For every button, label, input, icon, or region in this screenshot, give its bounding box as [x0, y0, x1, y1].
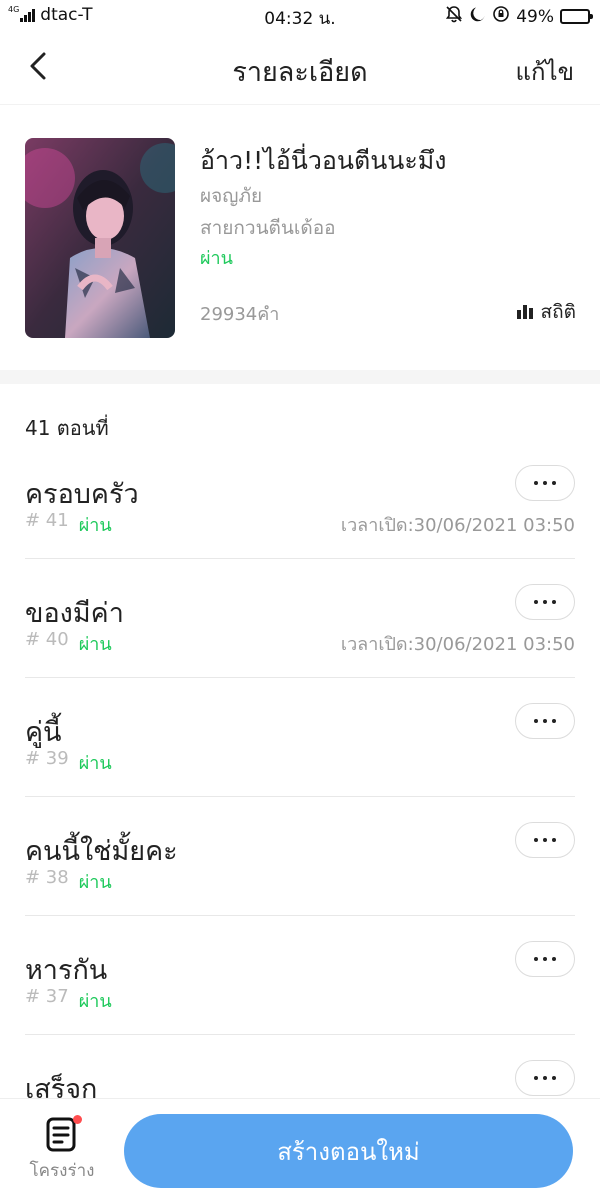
battery-percent: 49%	[516, 6, 554, 27]
bottom-action-bar: โครงร่าง สร้างตอนใหม่	[0, 1098, 600, 1200]
book-status-badge: ผ่าน	[200, 248, 233, 269]
list-item[interactable]: ของมีค่า # 40 ผ่าน เวลาเปิด:30/06/2021 0…	[25, 559, 575, 678]
chapter-status: ผ่าน	[78, 753, 112, 774]
edit-button[interactable]: แก้ไข	[516, 52, 574, 91]
book-cover-image	[25, 138, 175, 338]
chapter-number: # 37	[25, 986, 69, 1007]
chapter-title: คู่นี้	[25, 717, 62, 748]
book-category: ผจญภัย	[200, 185, 263, 207]
list-item[interactable]: ครอบครัว # 41 ผ่าน เวลาเปิด:30/06/2021 0…	[25, 440, 575, 559]
chapter-publish-time: เวลาเปิด:30/06/2021 03:50	[340, 515, 575, 536]
stats-label: สถิติ	[540, 301, 576, 323]
chapter-number: # 39	[25, 748, 69, 769]
more-options-button[interactable]	[515, 703, 575, 739]
chapter-publish-time: เวลาเปิด:30/06/2021 03:50	[340, 634, 575, 655]
chapter-status: ผ่าน	[78, 872, 112, 893]
more-options-button[interactable]	[515, 584, 575, 620]
chapter-status: ผ่าน	[78, 515, 112, 536]
chapter-title: ของมีค่า	[25, 598, 124, 629]
chapter-status: ผ่าน	[78, 991, 112, 1012]
more-options-button[interactable]	[515, 465, 575, 501]
chapter-meta: # 37 ผ่าน	[25, 986, 112, 1015]
book-word-count: 29934คำ	[200, 304, 280, 325]
book-tag: สายกวนตีนเด้ออ	[200, 217, 336, 239]
status-bar: 4G dtac-T 04:32 น. 49%	[0, 0, 600, 32]
bell-muted-icon	[445, 5, 463, 28]
chapter-number: # 38	[25, 867, 69, 888]
draft-icon	[45, 1115, 82, 1153]
status-right: 49%	[445, 5, 593, 28]
bar-chart-icon	[516, 305, 533, 319]
battery-icon	[560, 9, 593, 24]
list-item[interactable]: หารกัน # 37 ผ่าน	[25, 916, 575, 1035]
chapter-status: ผ่าน	[78, 634, 112, 655]
chapter-list: ครอบครัว # 41 ผ่าน เวลาเปิด:30/06/2021 0…	[25, 440, 575, 1154]
notification-dot	[73, 1115, 82, 1124]
chapter-meta: # 38 ผ่าน	[25, 867, 112, 896]
create-new-chapter-button[interactable]: สร้างตอนใหม่	[124, 1114, 573, 1188]
chapter-number: # 41	[25, 510, 69, 531]
book-title: อ้าว!!ไอ้นี่วอนตีนนะมึง	[200, 146, 447, 175]
more-options-button[interactable]	[515, 1060, 575, 1096]
chapter-number: # 40	[25, 629, 69, 650]
chapter-title: ครอบครัว	[25, 479, 139, 510]
book-info-card: อ้าว!!ไอ้นี่วอนตีนนะมึง ผจญภัย สายกวนตีน…	[0, 104, 600, 370]
more-options-button[interactable]	[515, 822, 575, 858]
chapter-meta: # 39 ผ่าน	[25, 748, 112, 777]
chapter-meta: # 40 ผ่าน	[25, 629, 112, 658]
page-title: รายละเอียด	[232, 57, 368, 88]
draft-button[interactable]: โครงร่าง	[22, 1115, 102, 1184]
draft-label: โครงร่าง	[29, 1161, 95, 1181]
list-item[interactable]: คนนี้ใช่มั้ยคะ # 38 ผ่าน	[25, 797, 575, 916]
chapter-title: หารกัน	[25, 955, 108, 986]
moon-icon	[469, 6, 486, 28]
more-options-button[interactable]	[515, 941, 575, 977]
chapter-meta: # 41 ผ่าน	[25, 510, 112, 539]
section-divider	[0, 370, 600, 384]
rotation-lock-icon	[492, 5, 510, 28]
nav-bar: รายละเอียด แก้ไข	[0, 32, 600, 104]
list-item[interactable]: คู่นี้ # 39 ผ่าน	[25, 678, 575, 797]
chapter-title: คนนี้ใช่มั้ยคะ	[25, 836, 178, 867]
stats-button[interactable]: สถิติ	[516, 297, 576, 327]
